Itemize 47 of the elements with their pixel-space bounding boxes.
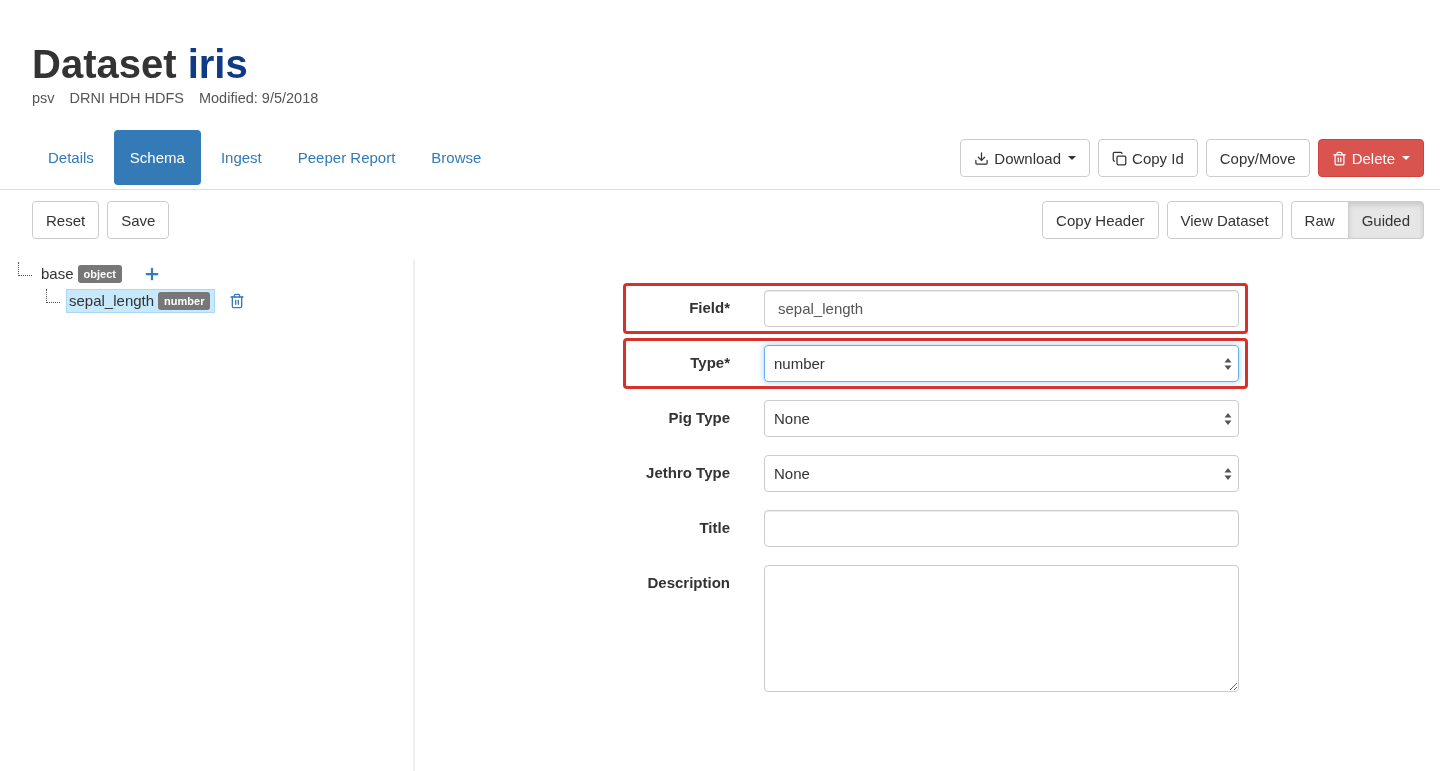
page-title: Dataset iris [32,41,249,88]
mode-toggle-button[interactable]: Guided [1347,201,1424,239]
field-label: Description [646,573,730,593]
select-field[interactable]: None [764,400,1239,437]
trash-icon [1331,150,1347,166]
tree-connector [46,288,60,303]
tab[interactable]: Browse [415,130,498,185]
type-badge: number [158,291,211,310]
trash-icon[interactable] [229,292,246,309]
field-label: Pig Type [667,408,730,428]
tree-node-label[interactable]: sepal_length [69,292,155,309]
meta-text: psv [32,90,55,106]
input-field[interactable] [764,510,1239,547]
toolbar-button[interactable]: Reset [32,201,100,239]
download-icon [974,150,990,166]
toolbar-button[interactable]: Copy Header [1042,201,1159,239]
field-label: Title [698,518,730,538]
field-label: Type* [689,353,730,373]
tab[interactable]: Details [32,130,110,185]
toolbar-button[interactable]: View Dataset [1166,201,1283,239]
caret-icon [1402,156,1410,160]
select-arrows-icon [1224,356,1232,371]
toolbar-button[interactable]: Save [107,201,170,239]
action-button[interactable]: Copy Id [1098,139,1198,177]
type-badge: object [77,264,122,283]
select-field[interactable]: number [764,345,1239,382]
field-label: Jethro Type [645,463,730,483]
select-field[interactable]: None [764,455,1239,492]
meta-text: DRNI HDH HDFS [69,90,184,106]
tree-node[interactable]: sepal_length number [66,288,216,313]
copy-icon [1112,150,1128,166]
download-button[interactable]: Download [960,139,1091,177]
tab[interactable]: Ingest [204,130,278,185]
input-field[interactable]: sepal_length [764,290,1239,327]
tree-connector [18,261,32,276]
field-label: Field* [688,298,730,318]
tab[interactable]: Schema [113,130,201,185]
delete-button[interactable]: Delete [1317,139,1424,177]
tab[interactable]: Peeper Report [281,130,412,185]
select-arrows-icon [1224,411,1232,426]
textarea-field[interactable] [764,565,1239,692]
tree-node-label[interactable]: base [41,265,74,282]
mode-toggle-button[interactable]: Raw [1290,201,1349,239]
select-arrows-icon [1224,466,1232,481]
action-button[interactable]: Copy/Move [1205,139,1310,177]
meta-text: Modified: 9/5/2018 [198,90,319,106]
caret-icon [1068,156,1077,160]
